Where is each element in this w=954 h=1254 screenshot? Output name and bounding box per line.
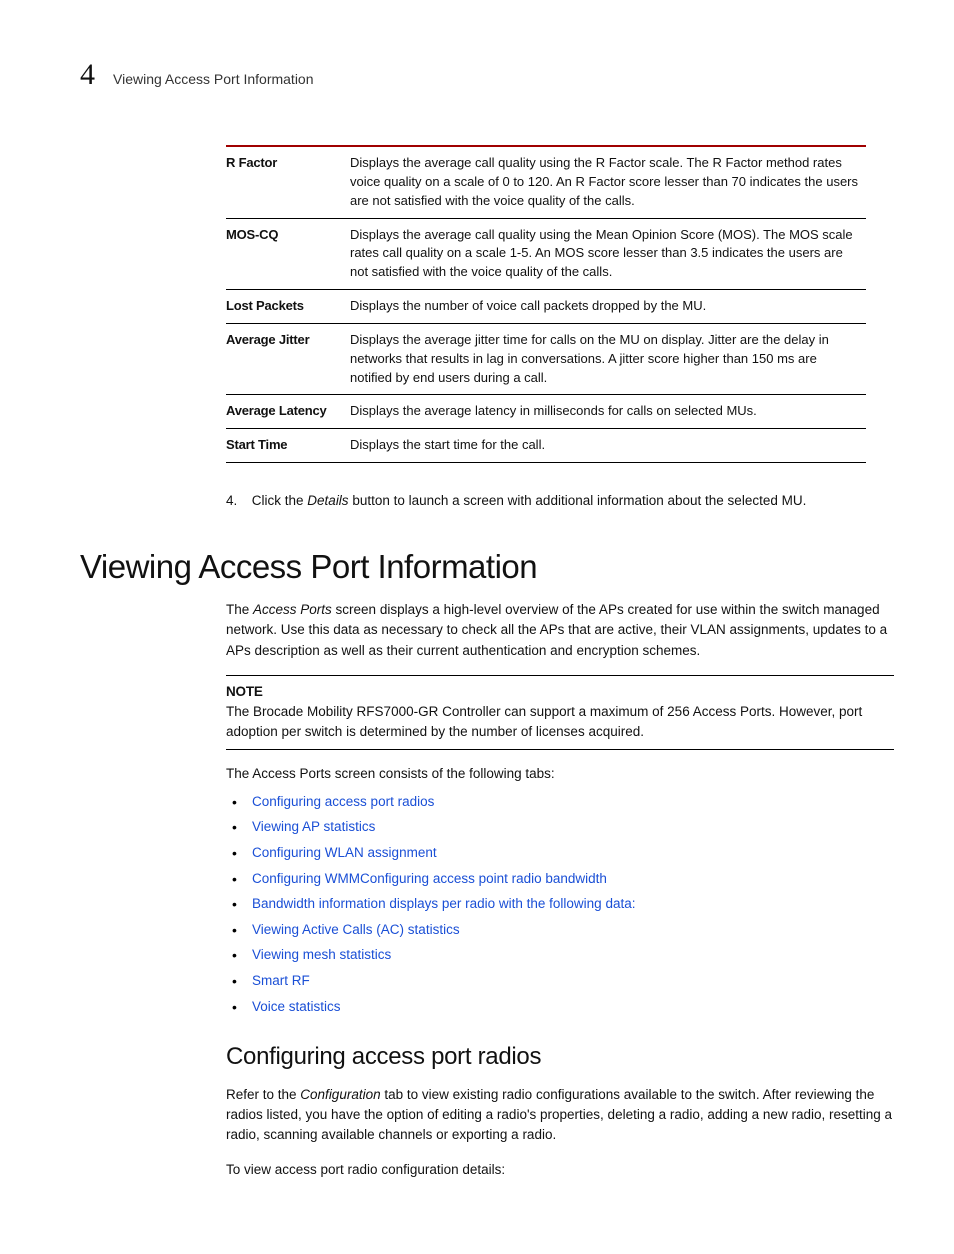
tabs-list: Configuring access port radios Viewing A… <box>226 789 894 1020</box>
link-viewing-ap-statistics[interactable]: Viewing AP statistics <box>252 819 375 834</box>
link-viewing-active-calls[interactable]: Viewing Active Calls (AC) statistics <box>252 922 460 937</box>
step-4: 4. Click the Details button to launch a … <box>226 493 894 508</box>
desc-cell: Displays the number of voice call packet… <box>350 290 866 324</box>
link-bandwidth-info[interactable]: Bandwidth information displays per radio… <box>252 896 635 911</box>
desc-cell: Displays the average call quality using … <box>350 218 866 290</box>
list-item: Smart RF <box>226 968 894 994</box>
step-text-post: button to launch a screen with additiona… <box>349 493 807 508</box>
chapter-number: 4 <box>80 60 95 90</box>
table-row: R Factor Displays the average call quali… <box>226 146 866 218</box>
chapter-title: Viewing Access Port Information <box>113 71 314 87</box>
link-configuring-wlan-assignment[interactable]: Configuring WLAN assignment <box>252 845 437 860</box>
term-cell: MOS-CQ <box>226 218 350 290</box>
section-heading: Viewing Access Port Information <box>80 548 894 586</box>
step-number: 4. <box>226 493 248 508</box>
step-text-pre: Click the <box>252 493 308 508</box>
term-cell: Average Jitter <box>226 323 350 395</box>
note-heading: NOTE <box>226 682 894 702</box>
definitions-table: R Factor Displays the average call quali… <box>226 145 866 463</box>
intro-em: Access Ports <box>253 602 332 617</box>
term-cell: Average Latency <box>226 395 350 429</box>
subsection-para-2: To view access port radio configuration … <box>226 1160 894 1180</box>
note-body: The Brocade Mobility RFS7000-GR Controll… <box>226 702 894 743</box>
link-configuring-wmm-bandwidth[interactable]: Configuring WMMConfiguring access point … <box>252 871 607 886</box>
list-item: Viewing Active Calls (AC) statistics <box>226 917 894 943</box>
list-item: Configuring WLAN assignment <box>226 840 894 866</box>
table-row: MOS-CQ Displays the average call quality… <box>226 218 866 290</box>
list-item: Viewing mesh statistics <box>226 942 894 968</box>
term-cell: Lost Packets <box>226 290 350 324</box>
link-voice-statistics[interactable]: Voice statistics <box>252 999 341 1014</box>
list-item: Viewing AP statistics <box>226 814 894 840</box>
tabs-lead: The Access Ports screen consists of the … <box>226 766 894 781</box>
term-cell: R Factor <box>226 146 350 218</box>
page: 4 Viewing Access Port Information R Fact… <box>0 0 954 1254</box>
table-row: Start Time Displays the start time for t… <box>226 429 866 463</box>
subsection-para-1: Refer to the Configuration tab to view e… <box>226 1085 894 1146</box>
term-cell: Start Time <box>226 429 350 463</box>
link-smart-rf[interactable]: Smart RF <box>252 973 310 988</box>
intro-pre: The <box>226 602 253 617</box>
para1-pre: Refer to the <box>226 1087 300 1102</box>
list-item: Bandwidth information displays per radio… <box>226 891 894 917</box>
link-configuring-access-port-radios[interactable]: Configuring access port radios <box>252 794 434 809</box>
section-intro: The Access Ports screen displays a high-… <box>226 600 894 661</box>
list-item: Configuring WMMConfiguring access point … <box>226 866 894 892</box>
para1-em: Configuration <box>300 1087 380 1102</box>
note-block: NOTE The Brocade Mobility RFS7000-GR Con… <box>226 675 894 750</box>
table-row: Average Jitter Displays the average jitt… <box>226 323 866 395</box>
desc-cell: Displays the average latency in millisec… <box>350 395 866 429</box>
subsection-heading: Configuring access port radios <box>226 1043 894 1071</box>
link-viewing-mesh-statistics[interactable]: Viewing mesh statistics <box>252 947 391 962</box>
list-item: Voice statistics <box>226 994 894 1020</box>
list-item: Configuring access port radios <box>226 789 894 815</box>
running-header: 4 Viewing Access Port Information <box>80 60 894 90</box>
table-row: Average Latency Displays the average lat… <box>226 395 866 429</box>
desc-cell: Displays the average jitter time for cal… <box>350 323 866 395</box>
desc-cell: Displays the average call quality using … <box>350 146 866 218</box>
desc-cell: Displays the start time for the call. <box>350 429 866 463</box>
table-row: Lost Packets Displays the number of voic… <box>226 290 866 324</box>
step-emph: Details <box>307 493 348 508</box>
